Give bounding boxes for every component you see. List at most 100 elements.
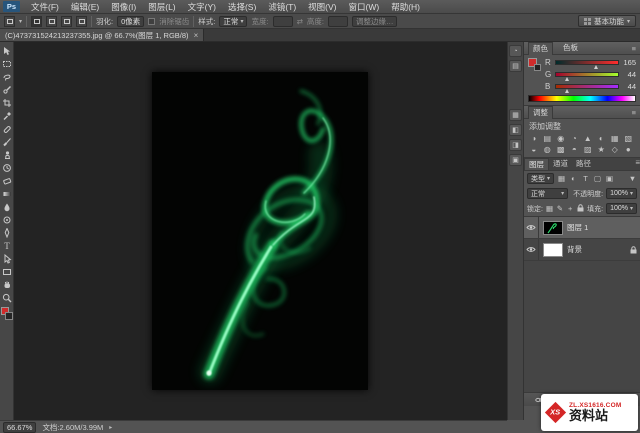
gradient-map-icon[interactable]: ◇ — [608, 144, 622, 155]
tab-swatches[interactable]: 色板 — [559, 42, 582, 54]
color-balance-icon[interactable]: ▦ — [608, 133, 622, 144]
panel-menu-icon[interactable]: ≡ — [632, 44, 636, 53]
tab-adjustments[interactable]: 调整 — [528, 105, 553, 119]
color-spectrum-ramp[interactable] — [528, 95, 636, 102]
hue-saturation-icon[interactable]: ◐ — [595, 133, 609, 144]
green-channel-value[interactable]: 44 — [622, 70, 636, 79]
menu-help[interactable]: 帮助(H) — [385, 0, 426, 14]
channel-mixer-icon[interactable]: ◍ — [541, 144, 555, 155]
lock-transparent-icon[interactable]: ▦ — [546, 204, 553, 213]
layer-row-smoke[interactable]: 图层 1 — [524, 217, 640, 239]
healing-brush-tool[interactable] — [1, 122, 13, 135]
height-input[interactable] — [327, 15, 348, 27]
document-tab[interactable]: (C)473731524213237355.jpg @ 66.7%(图层 1, … — [0, 29, 205, 41]
crop-tool[interactable] — [1, 96, 13, 109]
blue-channel-slider[interactable] — [555, 84, 619, 93]
blue-channel-value[interactable]: 44 — [622, 82, 636, 91]
vibrance-icon[interactable]: ▲ — [581, 133, 595, 144]
red-channel-value[interactable]: 165 — [622, 58, 636, 67]
history-panel-icon[interactable]: ◔ — [509, 45, 522, 57]
brush-tool[interactable] — [1, 135, 13, 148]
eyedropper-tool[interactable] — [1, 109, 13, 122]
history-brush-tool[interactable] — [1, 161, 13, 174]
panel-menu-icon[interactable]: ≡ — [635, 158, 640, 170]
menu-edit[interactable]: 编辑(E) — [65, 0, 105, 14]
panel-menu-icon[interactable]: ≡ — [632, 108, 636, 117]
menu-layer[interactable]: 图层(L) — [142, 0, 181, 14]
character-panel-icon[interactable]: ◨ — [509, 139, 522, 151]
gradient-tool[interactable] — [1, 187, 13, 200]
red-channel-slider[interactable] — [555, 60, 619, 69]
zoom-tool[interactable] — [1, 291, 13, 304]
tab-close-icon[interactable]: × — [194, 31, 199, 40]
blend-mode-select[interactable]: 正常 ▾ — [527, 188, 569, 199]
levels-icon[interactable]: ▤ — [541, 133, 555, 144]
navigator-panel-icon[interactable]: ◧ — [509, 124, 522, 136]
antialias-checkbox[interactable] — [148, 17, 156, 25]
add-selection-mode-icon[interactable] — [46, 15, 58, 27]
visibility-toggle[interactable] — [524, 217, 539, 238]
lasso-tool[interactable] — [1, 70, 13, 83]
menu-filter[interactable]: 滤镜(T) — [262, 0, 302, 14]
hand-tool[interactable] — [1, 278, 13, 291]
style-select[interactable]: 正常 ▾ — [219, 15, 248, 27]
background-color-swatch[interactable] — [4, 312, 13, 320]
tab-layers[interactable]: 图层 — [524, 158, 549, 170]
refine-edge-button[interactable]: 调整边缘… — [351, 15, 398, 27]
curves-icon[interactable]: ◉ — [554, 133, 568, 144]
photo-filter-icon[interactable]: ◒ — [527, 144, 541, 155]
dodge-tool[interactable] — [1, 213, 13, 226]
quick-selection-tool[interactable] — [1, 83, 13, 96]
feather-input[interactable]: 0像素 — [117, 15, 145, 27]
fill-select[interactable]: 100% ▾ — [606, 203, 638, 214]
layer-thumbnail[interactable] — [543, 242, 563, 257]
posterize-icon[interactable]: ▨ — [581, 144, 595, 155]
marquee-tool[interactable] — [1, 57, 13, 70]
filter-type-icon[interactable]: T — [581, 174, 590, 183]
filter-pixel-icon[interactable]: ▦ — [557, 174, 566, 183]
filter-kind-select[interactable]: 类型 ▾ — [527, 173, 555, 184]
filter-adjustment-icon[interactable]: ◐ — [569, 174, 578, 183]
layer-thumbnail[interactable] — [543, 220, 563, 235]
lock-paint-icon[interactable]: ✎ — [556, 204, 563, 213]
brightness-contrast-icon[interactable]: ◑ — [527, 133, 541, 144]
swap-dimensions-icon[interactable]: ⇄ — [297, 17, 303, 26]
visibility-toggle[interactable] — [524, 239, 539, 260]
tab-channels[interactable]: 通道 — [549, 158, 572, 170]
tab-color[interactable]: 颜色 — [528, 41, 553, 55]
move-tool[interactable] — [1, 44, 13, 57]
status-popup-arrow-icon[interactable]: ▸ — [109, 424, 112, 431]
panel-background-swatch[interactable] — [534, 64, 541, 71]
green-channel-slider[interactable] — [555, 72, 619, 81]
shape-tool[interactable] — [1, 265, 13, 278]
lock-all-icon[interactable] — [577, 203, 584, 214]
filter-shape-icon[interactable]: ▢ — [593, 174, 602, 183]
new-selection-mode-icon[interactable] — [31, 15, 43, 27]
canvas-area[interactable] — [14, 42, 507, 420]
width-input[interactable] — [272, 15, 293, 27]
info-panel-icon[interactable]: ▦ — [509, 109, 522, 121]
menu-type[interactable]: 文字(Y) — [182, 0, 222, 14]
properties-panel-icon[interactable]: ▤ — [509, 60, 522, 72]
workspace-switcher-button[interactable]: 基本功能 ▾ — [577, 15, 636, 27]
type-tool[interactable]: T — [1, 239, 13, 252]
menu-window[interactable]: 窗口(W) — [343, 0, 386, 14]
filter-smart-object-icon[interactable]: ▣ — [605, 174, 614, 183]
tab-paths[interactable]: 路径 — [572, 158, 595, 170]
blur-tool[interactable] — [1, 200, 13, 213]
menu-file[interactable]: 文件(F) — [25, 0, 65, 14]
exposure-icon[interactable]: ◔ — [568, 133, 582, 144]
invert-icon[interactable]: ◓ — [568, 144, 582, 155]
subtract-selection-mode-icon[interactable] — [61, 15, 73, 27]
eraser-tool[interactable] — [1, 174, 13, 187]
path-selection-tool[interactable] — [1, 252, 13, 265]
filter-toggle-icon[interactable]: ▼ — [628, 174, 637, 183]
menu-select[interactable]: 选择(S) — [222, 0, 262, 14]
tool-preset-picker[interactable] — [4, 15, 15, 27]
intersect-selection-mode-icon[interactable] — [76, 15, 88, 27]
threshold-icon[interactable]: ★ — [595, 144, 609, 155]
menu-view[interactable]: 视图(V) — [302, 0, 342, 14]
clone-stamp-tool[interactable] — [1, 148, 13, 161]
pen-tool[interactable] — [1, 226, 13, 239]
paragraph-panel-icon[interactable]: ▣ — [509, 154, 522, 166]
